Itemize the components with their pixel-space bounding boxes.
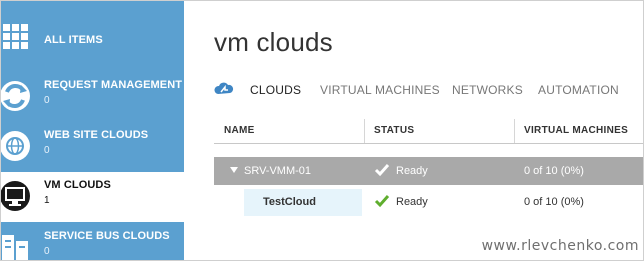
tab-clouds[interactable]: CLOUDS — [250, 83, 301, 97]
monitor-icon — [1, 181, 30, 211]
sidebar-item-label: ALL ITEMS — [44, 34, 103, 46]
check-icon — [374, 164, 390, 177]
table-row-group[interactable]: SRV-VMM-01 Ready 0 of 10 (0%) — [214, 157, 643, 185]
app-frame: ALL ITEMS REQUEST MANAGEMENT 0 WEB SITE … — [0, 0, 644, 261]
table-row[interactable]: TestCloud Ready 0 of 10 (0%) — [214, 188, 643, 216]
page-title: vm clouds — [214, 27, 333, 57]
sidebar-item-label: REQUEST MANAGEMENT — [44, 79, 183, 91]
row-name: SRV-VMM-01 — [244, 165, 312, 177]
tab-virtual-machines[interactable]: VIRTUAL MACHINES — [320, 83, 440, 97]
column-divider[interactable] — [514, 119, 515, 143]
main-content: vm clouds CLOUDS VIRTUAL MACHINES NETWOR… — [185, 1, 643, 260]
sidebar-item-web-site-clouds[interactable]: WEB SITE CLOUDS 0 — [1, 122, 184, 172]
sidebar-item-count: 0 — [44, 95, 50, 106]
globe-icon — [1, 131, 30, 161]
column-divider[interactable] — [364, 119, 365, 143]
table-header: NAME STATUS VIRTUAL MACHINES — [214, 119, 643, 144]
sidebar-item-request-management[interactable]: REQUEST MANAGEMENT 0 — [1, 72, 184, 122]
sidebar-item-count: 1 — [44, 195, 50, 206]
row-virtual-machines: 0 of 10 (0%) — [524, 196, 584, 208]
sidebar-item-service-bus-clouds[interactable]: SERVICE BUS CLOUDS 0 — [1, 223, 184, 260]
sidebar-item-label: WEB SITE CLOUDS — [44, 129, 149, 141]
cloud-icon — [214, 82, 234, 94]
collapse-arrow-icon[interactable] — [230, 167, 238, 173]
sidebar-item-label: VM CLOUDS — [44, 179, 111, 191]
tab-networks[interactable]: NETWORKS — [452, 83, 523, 97]
row-name-cell[interactable]: TestCloud — [244, 189, 362, 216]
sidebar-item-count: 0 — [44, 246, 50, 257]
watermark-text: www.rlevchenko.com — [481, 238, 639, 254]
row-status: Ready — [396, 165, 428, 177]
tab-automation[interactable]: AUTOMATION — [538, 83, 619, 97]
recycle-arrows-icon — [1, 81, 30, 111]
service-bus-icon — [2, 235, 28, 260]
row-name: TestCloud — [263, 196, 316, 208]
sidebar-item-label: SERVICE BUS CLOUDS — [44, 230, 170, 242]
column-header-virtual-machines[interactable]: VIRTUAL MACHINES — [524, 125, 628, 136]
row-virtual-machines: 0 of 10 (0%) — [524, 165, 584, 177]
row-status: Ready — [396, 196, 428, 208]
grid-icon — [3, 24, 28, 49]
column-header-name[interactable]: NAME — [224, 125, 255, 136]
sidebar: ALL ITEMS REQUEST MANAGEMENT 0 WEB SITE … — [1, 1, 184, 260]
check-icon — [374, 195, 390, 208]
sidebar-item-count: 0 — [44, 145, 50, 156]
sidebar-item-all-items[interactable]: ALL ITEMS — [1, 14, 184, 64]
sidebar-item-vm-clouds[interactable]: VM CLOUDS 1 — [1, 172, 184, 222]
column-header-status[interactable]: STATUS — [374, 125, 414, 136]
